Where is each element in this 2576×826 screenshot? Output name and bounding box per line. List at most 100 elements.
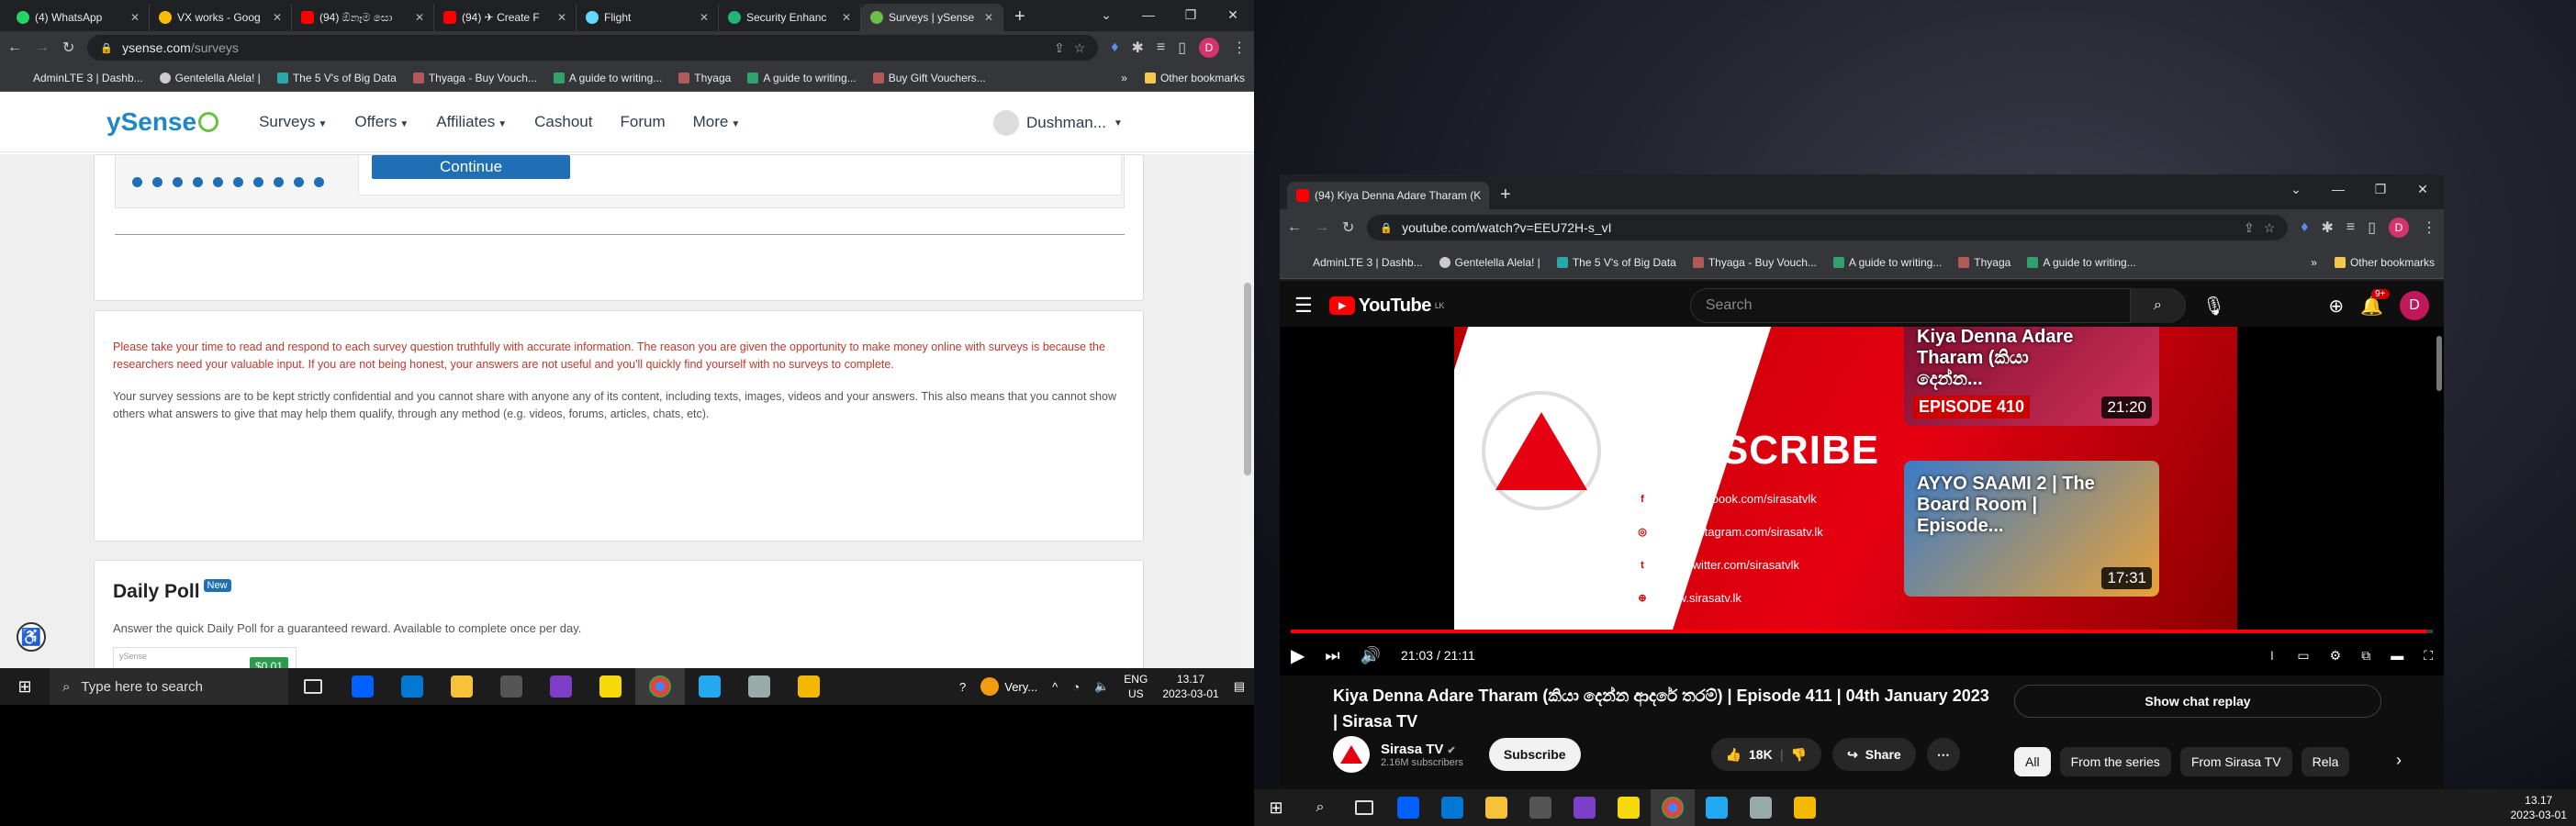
restore-button[interactable]: ❐ (1170, 0, 1212, 29)
bookmark-item[interactable]: The 5 V's of Big Data (276, 72, 397, 84)
minimize-button[interactable]: — (2317, 174, 2359, 204)
settings-icon[interactable]: ⚙ (2330, 648, 2342, 664)
bookmark-item[interactable]: A guide to writing... (1832, 256, 1942, 269)
nav-cashout[interactable]: Cashout (534, 113, 592, 131)
ysense-logo[interactable]: ySense (106, 107, 219, 137)
address-bar[interactable]: 🔒 youtube.com/watch?v=EEU72H-s_vI ⇪ ☆ (1367, 215, 2289, 240)
sticky-notes-icon[interactable] (586, 668, 635, 705)
forward-icon[interactable]: → (35, 39, 50, 56)
mail-icon[interactable] (387, 668, 437, 705)
mail-icon[interactable] (1430, 789, 1474, 826)
bookmark-item[interactable]: AdminLTE 3 | Dashb... (1289, 256, 1423, 269)
volume-icon[interactable]: 🔈 (1094, 679, 1109, 694)
video-player[interactable]: SUBSCRIBE f www.facebook.com/sirasatvlk ◎… (1280, 327, 2444, 675)
channel-name[interactable]: Sirasa TV (1381, 742, 1443, 757)
bookmark-item[interactable]: Buy Gift Vouchers... (872, 72, 986, 84)
like-icon[interactable]: 👍 (1726, 747, 1742, 763)
play-icon[interactable]: ▶ (1291, 644, 1305, 667)
share-icon[interactable]: ⇪ (1054, 40, 1065, 56)
new-tab-button[interactable]: + (1003, 6, 1036, 31)
winamp-icon[interactable] (1518, 789, 1562, 826)
sticky-notes-icon[interactable] (1607, 789, 1651, 826)
app-icon[interactable] (734, 668, 784, 705)
tab-security[interactable]: Security Enhanc ✕ (719, 4, 861, 31)
show-chat-replay-button[interactable]: Show chat replay (2014, 685, 2381, 718)
continue-button[interactable]: Continue (372, 155, 570, 179)
bookmark-item[interactable]: Thyaga (678, 72, 731, 84)
dropbox-icon[interactable] (1386, 789, 1430, 826)
other-bookmarks[interactable]: » Other bookmarks (2311, 256, 2435, 269)
chip-all[interactable]: All (2014, 747, 2051, 776)
other-bookmarks[interactable]: » Other bookmarks (1121, 72, 1245, 84)
profile-avatar[interactable]: D (2389, 218, 2409, 238)
reading-list-icon[interactable]: ≡ (2346, 219, 2355, 236)
taskbar-search[interactable]: ⌕ Type here to search (50, 668, 288, 705)
tab-vxworks[interactable]: VX works - Goog ✕ (150, 4, 292, 31)
chevron-right-icon[interactable]: › (2396, 751, 2402, 770)
tab-youtube-2[interactable]: (94) ✈ Create F ✕ (434, 4, 577, 31)
bookmark-item[interactable]: The 5 V's of Big Data (1556, 256, 1676, 269)
close-window-button[interactable]: ✕ (2402, 174, 2444, 204)
chevron-up-icon[interactable]: ^ (1052, 680, 1058, 694)
tab-youtube-video[interactable]: (94) Kiya Denna Adare Tharam (K✕ (1287, 182, 1489, 209)
warning-icon[interactable] (1783, 789, 1827, 826)
share-icon[interactable]: ⇪ (2244, 220, 2255, 236)
warning-icon[interactable] (784, 668, 834, 705)
menu-icon[interactable]: ⋮ (1232, 39, 1247, 57)
star-icon[interactable]: ☆ (1074, 40, 1086, 56)
youtube-logo[interactable]: ▶ YouTube LK (1328, 296, 1444, 317)
bookmark-item[interactable]: Gentelella Alela! | (1439, 256, 1540, 269)
app-icon[interactable] (1739, 789, 1783, 826)
minimize-button[interactable]: — (1127, 0, 1170, 29)
bookmark-item[interactable]: A guide to writing... (747, 72, 857, 84)
reload-icon[interactable]: ↻ (62, 39, 74, 57)
chip-from-series[interactable]: From the series (2059, 747, 2171, 776)
windows-start-icon[interactable]: ⊞ (1254, 789, 1298, 826)
close-icon[interactable]: ✕ (842, 11, 851, 24)
tab-whatsapp[interactable]: (4) WhatsApp ✕ (7, 4, 150, 31)
extension-icon[interactable]: ♦ (1111, 39, 1118, 56)
address-bar[interactable]: 🔒 ysense.com/surveys ⇪ ☆ (87, 35, 1099, 61)
page-scrollbar[interactable] (1241, 154, 1254, 668)
channel-avatar[interactable] (1333, 736, 1370, 773)
language-indicator[interactable]: ENG US (1124, 672, 1148, 701)
nav-offers[interactable]: Offers ▼ (354, 113, 409, 131)
visual-studio-icon[interactable] (536, 668, 586, 705)
bookmark-item[interactable]: A guide to writing... (553, 72, 662, 84)
close-window-button[interactable]: ✕ (1212, 0, 1254, 29)
notifications-icon[interactable]: 🔔 9+ (2360, 288, 2390, 318)
video-frame[interactable]: SUBSCRIBE f www.facebook.com/sirasatvlk ◎… (1454, 327, 2237, 630)
youtube-avatar[interactable]: D (2400, 291, 2429, 320)
end-screen-video-1[interactable]: Kiya Denna Adare Tharam (කියා දෙන්න... E… (1904, 327, 2159, 426)
bookmark-item[interactable]: Thyaga - Buy Vouch... (1692, 256, 1817, 269)
hamburger-menu-icon[interactable]: ☰ (1294, 294, 1313, 318)
chip-from-channel[interactable]: From Sirasa TV (2179, 747, 2292, 776)
nav-affiliates[interactable]: Affiliates ▼ (436, 113, 507, 131)
create-video-icon[interactable]: ⊕ (2328, 295, 2344, 318)
sidepanel-icon[interactable]: ▯ (2368, 218, 2376, 237)
theater-mode-icon[interactable]: ▬ (2391, 648, 2403, 663)
bookmark-item[interactable]: A guide to writing... (2027, 256, 2136, 269)
bookmark-item[interactable]: Gentelella Alela! | (159, 72, 261, 84)
dislike-icon[interactable]: 👎 (1791, 747, 1807, 763)
bookmark-item[interactable]: AdminLTE 3 | Dashb... (9, 72, 143, 84)
help-icon[interactable]: ? (959, 680, 966, 694)
chevron-down-icon[interactable]: ⌄ (1085, 0, 1127, 29)
user-menu[interactable]: Dushman... ▼ (993, 110, 1123, 136)
back-icon[interactable]: ← (7, 39, 22, 56)
puzzle-icon[interactable]: ✱ (2321, 218, 2333, 237)
captions-icon[interactable]: ▭ (2297, 648, 2309, 664)
weather-widget[interactable]: Very... (980, 677, 1037, 696)
progress-track[interactable] (1291, 630, 2433, 633)
extension-icon[interactable]: ♦ (2301, 219, 2308, 236)
clock[interactable]: 13.17 2023-03-01 (1162, 672, 1218, 701)
winamp-icon[interactable] (487, 668, 536, 705)
tab-youtube-1[interactable]: (94) ඕනෑම සො ✕ (292, 4, 434, 31)
search-icon[interactable]: ⌕ (1298, 789, 1342, 826)
youtube-search-input[interactable]: Search ⌕ (1689, 288, 2186, 323)
chrome-icon[interactable] (1651, 789, 1695, 826)
dropbox-icon[interactable] (338, 668, 387, 705)
sidepanel-icon[interactable]: ▯ (1178, 39, 1186, 57)
task-view-icon[interactable] (288, 668, 338, 705)
microphone-icon[interactable]: 🎙 (2202, 295, 2225, 318)
